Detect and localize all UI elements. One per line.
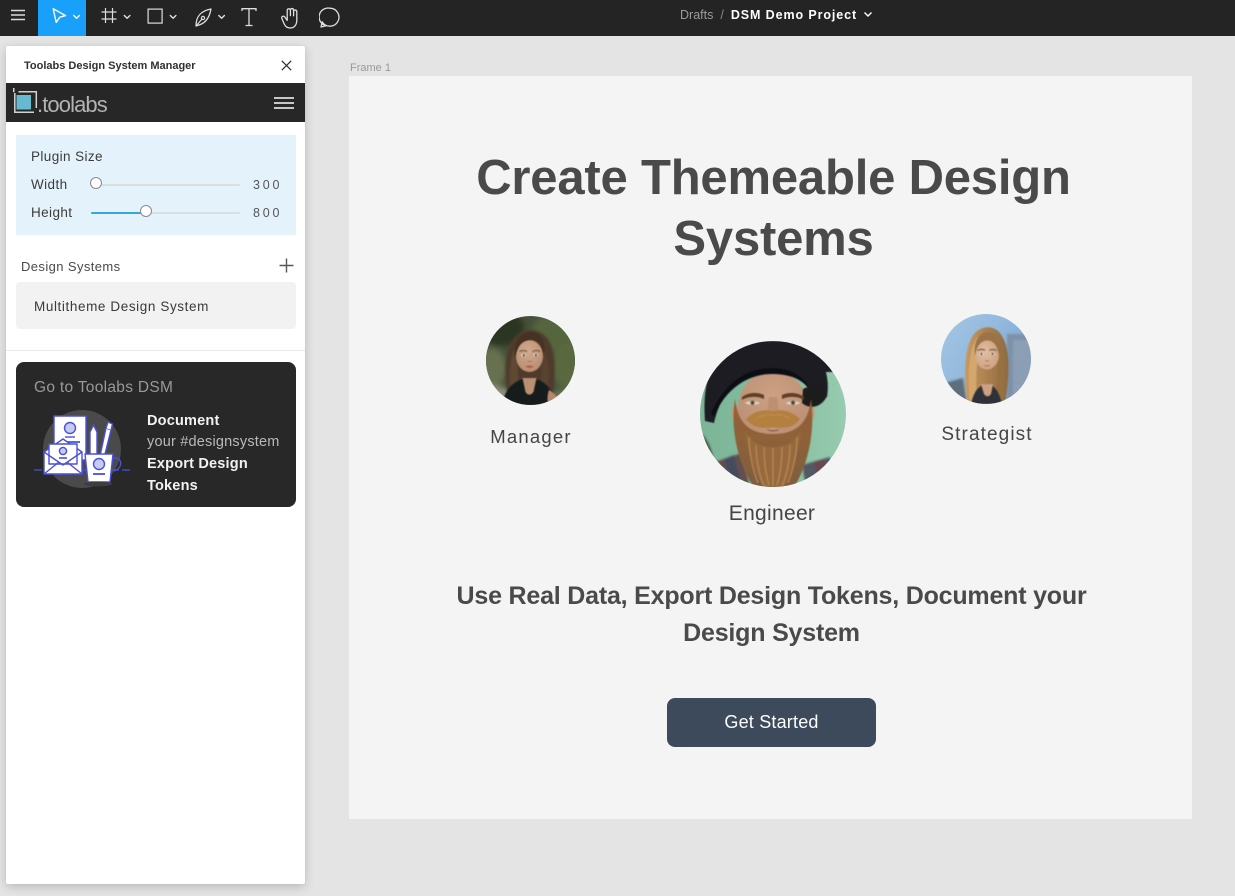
svg-text:.toolabs: .toolabs [37,92,108,117]
